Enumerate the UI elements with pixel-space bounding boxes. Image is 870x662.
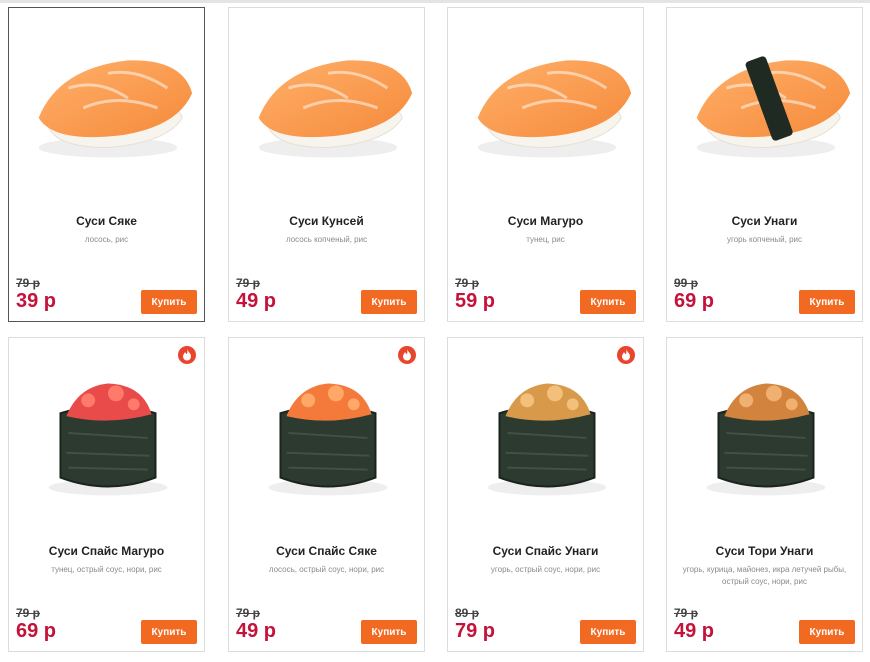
sushi-image <box>706 383 826 496</box>
buy-button[interactable]: Купить <box>799 620 855 644</box>
product-name[interactable]: Суси Спайс Унаги <box>452 544 639 558</box>
spicy-fire-icon <box>617 346 635 364</box>
current-price: 49 р <box>674 620 715 642</box>
sushi-image <box>48 383 168 496</box>
sushi-image <box>477 60 632 158</box>
buy-button[interactable]: Купить <box>580 290 636 314</box>
product-description: лосось копченый, рис <box>285 235 368 244</box>
product-description: лосось, рис <box>84 235 129 244</box>
current-price: 79 р <box>455 620 496 642</box>
product-description: лосось, острый соус, нори, рис <box>268 565 385 574</box>
old-price: 79 р <box>236 276 261 290</box>
sushi-image <box>268 383 388 496</box>
buy-button[interactable]: Купить <box>799 290 855 314</box>
old-price: 79 р <box>674 606 699 620</box>
spicy-fire-icon <box>178 346 196 364</box>
buy-button[interactable]: Купить <box>141 620 197 644</box>
product-image[interactable] <box>9 338 204 528</box>
product-name[interactable]: Суси Сяке <box>13 214 200 228</box>
product-image[interactable] <box>448 338 643 528</box>
old-price: 79 р <box>455 276 480 290</box>
current-price: 49 р <box>236 620 277 642</box>
buy-button[interactable]: Купить <box>580 620 636 644</box>
old-price: 99 р <box>674 276 699 290</box>
product-card[interactable]: Суси Кунсей лосось копченый, рис 79 р 49 р К… <box>228 7 425 322</box>
sushi-image <box>38 60 193 158</box>
product-description: угорь, острый соус, нори, рис <box>490 565 601 574</box>
current-price: 39 р <box>16 290 57 312</box>
spicy-fire-icon <box>398 346 416 364</box>
product-card[interactable]: Суси Спайс Сяке лосось, острый соус, нори… <box>228 337 425 652</box>
product-name[interactable]: Суси Спайс Магуро <box>13 544 200 558</box>
product-description: тунец, острый соус, нори, рис <box>51 565 162 574</box>
old-price: 79 р <box>236 606 261 620</box>
product-image[interactable] <box>229 338 424 528</box>
old-price: 79 р <box>16 606 41 620</box>
product-name[interactable]: Суси Кунсей <box>233 214 420 228</box>
product-card[interactable]: Суси Тори Унаги угорь, курица, майонез, и… <box>666 337 863 652</box>
current-price: 59 р <box>455 290 496 312</box>
product-name[interactable]: Суси Магуро <box>452 214 639 228</box>
current-price: 49 р <box>236 290 277 312</box>
product-card[interactable]: Суси Сяке лосось, рис 79 р 39 р Купить <box>8 7 205 322</box>
product-card[interactable]: Суси Унаги угорь копченый, рис 99 р 69 р Куп… <box>666 7 863 322</box>
product-image[interactable] <box>667 338 862 528</box>
buy-button[interactable]: Купить <box>361 290 417 314</box>
sushi-image <box>696 56 851 158</box>
old-price: 79 р <box>16 276 41 290</box>
buy-button[interactable]: Купить <box>361 620 417 644</box>
product-description: угорь копченый, рис <box>726 235 803 244</box>
product-grid: Суси Сяке лосось, рис 79 р 39 р Купить Суси … <box>0 0 870 662</box>
current-price: 69 р <box>16 620 57 642</box>
sushi-image <box>487 383 607 496</box>
product-card[interactable]: Суси Спайс Унаги угорь, острый соус, нори… <box>447 337 644 652</box>
product-image[interactable] <box>229 8 424 198</box>
product-description: тунец, рис <box>526 235 565 244</box>
product-card[interactable]: Суси Магуро тунец, рис 79 р 59 р Купить <box>447 7 644 322</box>
product-card[interactable]: Суси Спайс Магуро тунец, острый соус, нор… <box>8 337 205 652</box>
buy-button[interactable]: Купить <box>141 290 197 314</box>
sushi-image <box>258 60 413 158</box>
product-name[interactable]: Суси Тори Унаги <box>671 544 858 558</box>
product-image[interactable] <box>448 8 643 198</box>
product-image[interactable] <box>667 8 862 198</box>
product-name[interactable]: Суси Спайс Сяке <box>233 544 420 558</box>
product-image[interactable] <box>9 8 204 198</box>
product-description: угорь, курица, майонез, икра летучей рыб… <box>682 565 847 586</box>
old-price: 89 р <box>455 606 480 620</box>
current-price: 69 р <box>674 290 715 312</box>
product-name[interactable]: Суси Унаги <box>671 214 858 228</box>
